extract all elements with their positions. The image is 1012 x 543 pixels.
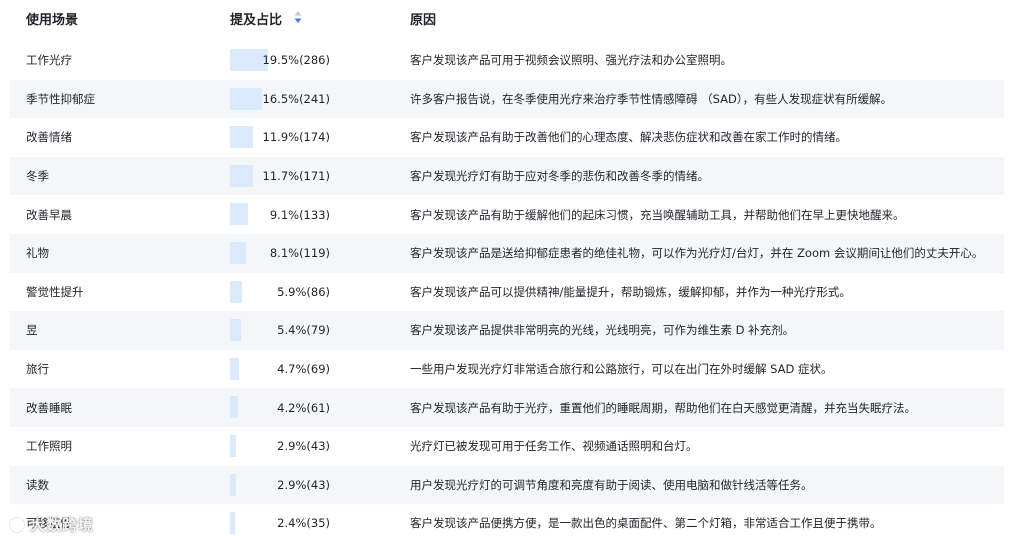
table-body: 工作光疗 19.5%(286) 客户发现该产品可用于视频会议照明、强光疗法和办公室照…	[0, 41, 1012, 543]
table-row: 工作光疗 19.5%(286) 客户发现该产品可用于视频会议照明、强光疗法和办公室照…	[0, 41, 1012, 80]
reason-cell: 许多客户报告说，在冬季使用光疗来治疗季节性情感障碍 （SAD），有些人发现症状有…	[410, 91, 893, 106]
usage-scenario-table: 使用场景 提及占比 原因 工作光疗 19.5%(286) 客户发现该产品可用于视频会…	[0, 0, 1012, 543]
table-row: 礼物 8.1%(119) 客户发现该产品是送给抑郁症患者的绝佳礼物，可以作为光疗灯/…	[0, 233, 1012, 273]
reason-cell: 客户发现该产品可用于视频会议照明、强光疗法和办公室照明。	[410, 53, 732, 68]
share-value: 4.7%(69)	[277, 362, 330, 377]
reason-cell: 光疗灯已被发现可用于任务工作、视频通话照明和台灯。	[410, 439, 698, 454]
table-row: 读数 2.9%(43) 用户发现光疗灯的可调节角度和亮度有助于阅读、使用电脑和做针线…	[0, 465, 1012, 505]
table-row: 冬季 11.7%(171) 客户发现光疗灯有助于应对冬季的悲伤和改善冬季的情绪。	[0, 156, 1012, 196]
reason-cell: 客户发现该产品是送给抑郁症患者的绝佳礼物，可以作为光疗灯/台灯，并在 Zoom …	[410, 246, 984, 261]
share-value: 2.9%(43)	[277, 439, 330, 454]
column-header-share[interactable]: 提及占比	[230, 9, 282, 28]
share-value: 11.9%(174)	[262, 130, 330, 145]
table-row: 警觉性提升 5.9%(86) 客户发现该产品可以提供精神/能量提升，帮助锻炼，缓解抑…	[0, 272, 1012, 312]
reason-cell: 客户发现该产品便携方便，是一款出色的桌面配件、第二个灯箱，非常适合工作且便于携带…	[410, 516, 882, 531]
table-row: 改善情绪 11.9%(174) 客户发现该产品有助于改善他们的心理态度、解决悲伤症状…	[0, 118, 1012, 157]
scene-cell: 改善情绪	[26, 130, 72, 145]
scene-cell: 可移植性	[26, 516, 72, 531]
table-row: 可移植性 2.4%(35) 客户发现该产品便携方便，是一款出色的桌面配件、第二个灯箱…	[0, 504, 1012, 543]
share-value: 5.9%(86)	[277, 284, 330, 299]
scene-cell: 工作光疗	[26, 53, 72, 68]
share-value: 19.5%(286)	[262, 53, 330, 68]
share-value: 4.2%(61)	[277, 400, 330, 415]
scene-cell: 改善睡眠	[26, 400, 72, 415]
share-value: 2.4%(35)	[277, 516, 330, 531]
scene-cell: 读数	[26, 477, 49, 492]
reason-cell: 客户发现该产品可以提供精神/能量提升，帮助锻炼，缓解抑郁，并作为一种光疗形式。	[410, 284, 851, 299]
scene-cell: 季节性抑郁症	[26, 91, 95, 106]
sort-down-icon	[294, 18, 302, 23]
table-row: 改善睡眠 4.2%(61) 客户发现该产品有助于光疗，重置他们的睡眠周期，帮助他们在…	[0, 388, 1012, 427]
reason-cell: 客户发现该产品有助于改善他们的心理态度、解决悲伤症状和改善在家工作时的情绪。	[410, 130, 847, 145]
column-header-reason: 原因	[410, 13, 437, 28]
table-row: 旅行 4.7%(69) 一些用户发现光疗灯非常适合旅行和公路旅行，可以在出门在外时缓…	[0, 349, 1012, 389]
scene-cell: 昱	[26, 323, 38, 338]
scene-cell: 冬季	[26, 169, 49, 184]
table-row: 改善早晨 9.1%(133) 客户发现该产品有助于缓解他们的起床习惯，充当唤醒辅助工…	[0, 195, 1012, 234]
share-value: 2.9%(43)	[277, 477, 330, 492]
table-row: 工作照明 2.9%(43) 光疗灯已被发现可用于任务工作、视频通话照明和台灯。	[0, 426, 1012, 466]
reason-cell: 客户发现该产品有助于缓解他们的起床习惯，充当唤醒辅助工具，并帮助他们在早上更快地…	[410, 207, 905, 222]
share-value: 5.4%(79)	[277, 323, 330, 338]
sort-up-icon	[294, 11, 302, 16]
reason-cell: 用户发现光疗灯的可调节角度和亮度有助于阅读、使用电脑和做针线活等任务。	[410, 477, 813, 492]
table-row: 昱 5.4%(79) 客户发现该产品提供非常明亮的光线，光线明亮，可作为维生素 D …	[0, 311, 1012, 350]
table-row: 季节性抑郁症 16.5%(241) 许多客户报告说，在冬季使用光疗来治疗季节性情感障…	[0, 79, 1012, 119]
share-value: 11.7%(171)	[262, 169, 330, 184]
table-header: 使用场景 提及占比 原因	[0, 0, 1012, 38]
reason-cell: 客户发现该产品提供非常明亮的光线，光线明亮，可作为维生素 D 补充剂。	[410, 323, 795, 338]
column-header-scene: 使用场景	[26, 13, 79, 28]
share-value: 8.1%(119)	[269, 246, 330, 261]
share-value: 16.5%(241)	[262, 91, 330, 106]
scene-cell: 旅行	[26, 362, 49, 377]
scene-cell: 礼物	[26, 246, 49, 261]
scene-cell: 工作照明	[26, 439, 72, 454]
share-value: 9.1%(133)	[269, 207, 330, 222]
reason-cell: 一些用户发现光疗灯非常适合旅行和公路旅行，可以在出门在外时缓解 SAD 症状。	[410, 362, 833, 377]
reason-cell: 客户发现光疗灯有助于应对冬季的悲伤和改善冬季的情绪。	[410, 169, 709, 184]
sort-icon[interactable]	[294, 10, 302, 24]
reason-cell: 客户发现该产品有助于光疗，重置他们的睡眠周期，帮助他们在白天感觉更清醒，并充当失…	[410, 400, 916, 415]
scene-cell: 改善早晨	[26, 207, 72, 222]
scene-cell: 警觉性提升	[26, 284, 84, 299]
